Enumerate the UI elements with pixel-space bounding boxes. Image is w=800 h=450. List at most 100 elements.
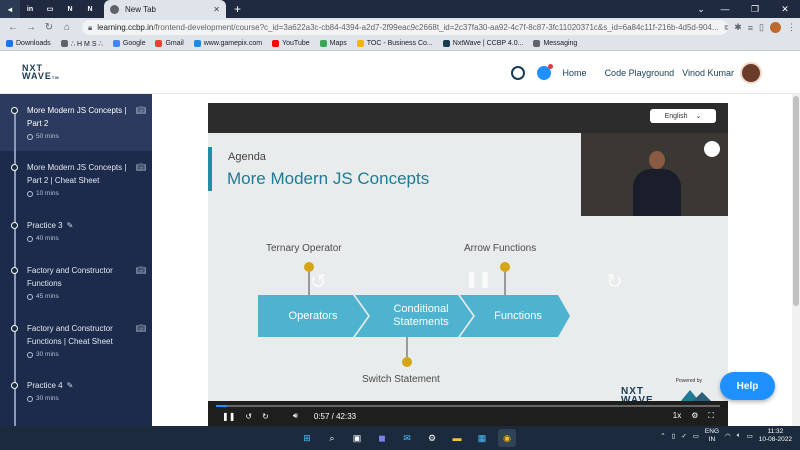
settings-gear-icon[interactable]: ⚙ xyxy=(691,411,698,421)
slide-title: More Modern JS Concepts xyxy=(227,169,430,188)
linkedin-icon: in xyxy=(26,5,34,13)
sidebar-item-practice-3[interactable]: Practice 3 ✎ 40 mins xyxy=(0,209,152,254)
browser-tab-strip: ◂ in ▭ N N New Tab ✕ + ⌄ — ❐ ✕ xyxy=(0,0,800,18)
url-path: /frontend-development/course?c_id=3a622a… xyxy=(153,23,719,32)
chat-icon[interactable] xyxy=(536,63,553,80)
fullscreen-icon[interactable]: ⛶ xyxy=(708,411,714,421)
google-icon xyxy=(112,40,120,47)
file-explorer-icon[interactable]: ▬ xyxy=(448,429,466,447)
new-tab-plus-icon[interactable]: + xyxy=(234,2,241,16)
close-window-icon[interactable]: ✕ xyxy=(770,4,800,15)
extensions-icon[interactable]: ✱ xyxy=(734,22,742,33)
bookmark-item[interactable]: Google xyxy=(112,40,145,47)
tab-new-tab[interactable]: New Tab ✕ xyxy=(104,0,226,18)
forward-10-icon[interactable]: ↻ xyxy=(606,269,623,294)
video-progress-bar[interactable] xyxy=(216,405,720,407)
close-tab-icon[interactable]: ✕ xyxy=(213,5,220,14)
sidebar-item-factory-constructor[interactable]: Factory and Constructor Functions 45 min… xyxy=(0,254,152,312)
tray-chevron-icon[interactable]: ⌃ xyxy=(660,432,665,440)
bookmark-item[interactable]: TOC - Business Co... xyxy=(356,40,433,47)
store-icon[interactable]: ▦ xyxy=(473,429,491,447)
help-button[interactable]: Help xyxy=(720,372,775,400)
progress-circle-icon xyxy=(11,164,18,171)
forward-arrow-icon[interactable]: → xyxy=(22,22,40,33)
pause-overlay-icon[interactable]: ❚❚ xyxy=(465,269,492,289)
search-icon[interactable]: ⌕ xyxy=(323,429,341,447)
step-operators: Operators xyxy=(288,309,338,322)
progress-circle-icon xyxy=(11,222,18,229)
pinned-tab-back[interactable]: ◂ xyxy=(0,0,20,18)
home-icon[interactable]: ⌂ xyxy=(58,22,76,33)
page-scrollbar[interactable] xyxy=(792,94,800,426)
speaker-icon[interactable]: 🔈︎ xyxy=(737,432,741,440)
pause-icon[interactable]: ❚❚ xyxy=(222,412,235,421)
user-avatar[interactable] xyxy=(740,61,762,84)
chevron-down-icon: ⌄ xyxy=(695,113,702,120)
video-player[interactable]: English ⌄ Agenda More Modern JS Concepts… xyxy=(208,103,728,426)
tray-app-icon[interactable]: ✓ xyxy=(681,432,686,440)
forward-icon[interactable]: ↻ xyxy=(262,412,269,421)
windows-start-icon[interactable]: ⊞ xyxy=(298,429,316,447)
pinned-tab-window[interactable]: ▭ xyxy=(40,0,60,18)
bookmark-item[interactable]: Maps xyxy=(319,40,347,47)
back-arrow-icon[interactable]: ← xyxy=(4,22,22,33)
pinned-tab-nxtwave-2[interactable]: N xyxy=(80,0,100,18)
windows-taskbar: ⊞ ⌕ ▣ ◼ ✉ ⚙ ▬ ▦ ◉ ⌃ ▯ ✓ ▭ ENG IN ◠ 🔈︎ ▭ 1… xyxy=(0,426,800,450)
bookmark-item[interactable]: Messaging xyxy=(533,40,577,47)
playback-speed[interactable]: 1x xyxy=(673,411,681,421)
nxtwave-favicon: N xyxy=(67,5,73,13)
clock-icon xyxy=(27,395,33,402)
back-icon: ◂ xyxy=(7,4,12,14)
bookmark-item[interactable]: www.gamepix.com xyxy=(193,40,262,47)
settings-icon[interactable]: ⚙ xyxy=(423,429,441,447)
youtube-icon xyxy=(272,40,280,47)
book-icon: 📖︎ xyxy=(135,106,146,115)
pinned-tab-nxtwave-1[interactable]: N xyxy=(60,0,80,18)
tab-search-chevron-icon[interactable]: ⌄ xyxy=(692,4,710,15)
bookmark-item[interactable]: ∴ H M S ∴ xyxy=(60,40,103,48)
address-bar[interactable]: 🔒︎ learning.ccbp.in /frontend-developmen… xyxy=(82,20,729,35)
minimize-icon[interactable]: — xyxy=(710,4,740,15)
task-view-icon[interactable]: ▣ xyxy=(348,429,366,447)
mail-icon[interactable]: ✉ xyxy=(398,429,416,447)
download-icon xyxy=(6,40,13,47)
sidebar-item-practice-4[interactable]: Practice 4 ✎ 30 mins xyxy=(0,369,152,414)
teams-chat-icon[interactable]: ◼ xyxy=(373,429,391,447)
chrome-taskbar-icon[interactable]: ◉ xyxy=(498,429,516,447)
video-slide: Agenda More Modern JS Concepts Ternary O… xyxy=(208,133,728,406)
battery-icon[interactable]: ▭ xyxy=(747,432,753,440)
sidebar-item-modern-js-part2[interactable]: More Modern JS Concepts | Part 2 50 mins… xyxy=(0,94,152,151)
open-in-window-icon[interactable]: ⧉ xyxy=(725,23,729,33)
pinned-tab-linkedin[interactable]: in xyxy=(20,0,40,18)
language-indicator[interactable]: ENG IN xyxy=(705,428,719,444)
wifi-icon[interactable]: ◠ xyxy=(725,432,731,440)
bookmark-item[interactable]: NxtWave | CCBP 4.0... xyxy=(442,40,523,47)
clock-icon xyxy=(27,293,33,300)
user-name[interactable]: Vinod Kumar xyxy=(682,68,734,78)
maximize-icon[interactable]: ❐ xyxy=(740,4,770,15)
profile-avatar[interactable] xyxy=(770,22,781,33)
reload-icon[interactable]: ↻ xyxy=(40,22,58,33)
pin-marker xyxy=(402,357,412,367)
nav-code-playground[interactable]: Code Playground xyxy=(605,68,675,78)
sidebar-item-factory-constructor-cheat-sheet[interactable]: Factory and Constructor Functions | Chea… xyxy=(0,312,152,369)
clock[interactable]: 11:32 10-08-2022 xyxy=(759,428,792,444)
nav-home[interactable]: Home xyxy=(563,68,587,78)
sidebar-item-modern-js-cheat-sheet[interactable]: More Modern JS Concepts | Part 2 | Cheat… xyxy=(0,151,152,209)
clock-icon xyxy=(27,133,33,140)
reading-list-icon[interactable]: ≡ xyxy=(748,23,753,33)
rewind-icon[interactable]: ↺ xyxy=(245,412,252,421)
side-panel-icon[interactable]: ▯ xyxy=(759,22,764,33)
tray-app-icon[interactable]: ▯ xyxy=(672,432,676,440)
rewind-10-icon[interactable]: ↺ xyxy=(310,269,327,294)
tray-app-icon[interactable]: ▭ xyxy=(693,432,699,440)
menu-kebab-icon[interactable]: ⋮ xyxy=(787,22,796,33)
pin-marker xyxy=(500,262,510,272)
bookmark-item[interactable]: Downloads xyxy=(6,40,51,47)
language-select[interactable]: English ⌄ xyxy=(650,109,716,123)
timer-icon[interactable] xyxy=(510,65,525,80)
nxtwave-logo[interactable]: NXT WAVETM xyxy=(22,63,60,82)
bookmark-item[interactable]: YouTube xyxy=(272,40,310,47)
bookmark-item[interactable]: Gmail xyxy=(155,40,184,47)
volume-icon[interactable]: 🔊︎ xyxy=(293,411,298,421)
